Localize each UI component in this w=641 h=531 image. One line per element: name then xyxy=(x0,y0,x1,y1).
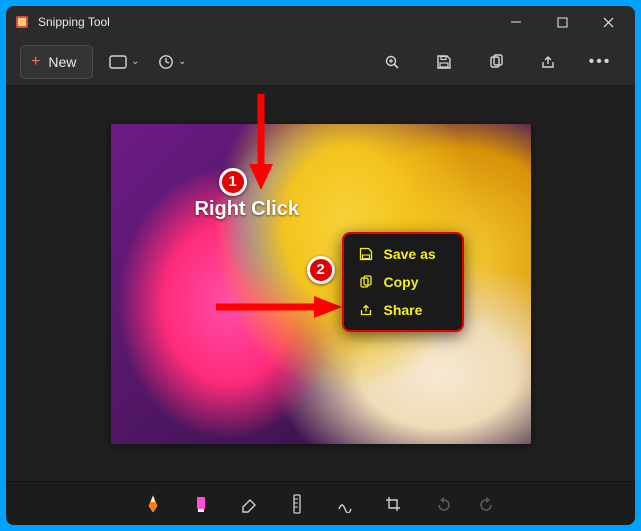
arrow-down-icon xyxy=(241,94,281,194)
context-menu-item-label: Copy xyxy=(384,274,419,290)
canvas-area: 1 Right Click 2 Save as xyxy=(6,86,635,481)
save-icon xyxy=(358,247,374,261)
toolbar: + New ⌄ ⌄ ••• xyxy=(6,38,635,86)
context-menu: Save as Copy Share xyxy=(342,232,464,332)
save-button[interactable] xyxy=(427,45,461,79)
chevron-down-icon: ⌄ xyxy=(178,56,186,67)
snip-mode-dropdown[interactable]: ⌄ xyxy=(107,45,141,79)
bottom-toolbar xyxy=(6,481,635,525)
undo-button[interactable] xyxy=(431,494,451,514)
annotation-badge-2: 2 xyxy=(307,256,335,284)
zoom-button[interactable] xyxy=(375,45,409,79)
delay-dropdown[interactable]: ⌄ xyxy=(155,45,189,79)
maximize-button[interactable] xyxy=(539,6,585,38)
titlebar: Snipping Tool xyxy=(6,6,635,38)
app-title: Snipping Tool xyxy=(38,15,110,29)
app-window: Snipping Tool + New ⌄ ⌄ xyxy=(6,6,635,525)
more-button[interactable]: ••• xyxy=(583,45,617,79)
copy-button[interactable] xyxy=(479,45,513,79)
arrow-right-icon xyxy=(216,292,346,322)
eraser-tool[interactable] xyxy=(239,494,259,514)
minimize-button[interactable] xyxy=(493,6,539,38)
context-menu-item-label: Share xyxy=(384,302,423,318)
new-button-label: New xyxy=(48,54,76,70)
close-button[interactable] xyxy=(585,6,631,38)
highlighter-tool[interactable] xyxy=(191,494,211,514)
pen-tool[interactable] xyxy=(143,494,163,514)
ruler-tool[interactable] xyxy=(287,494,307,514)
copy-icon xyxy=(358,275,374,289)
share-button[interactable] xyxy=(531,45,565,79)
share-icon xyxy=(358,303,374,317)
touch-writing-tool[interactable] xyxy=(335,494,355,514)
annotation-badge-1: 1 xyxy=(219,168,247,196)
context-menu-save-as[interactable]: Save as xyxy=(348,240,458,268)
redo-button[interactable] xyxy=(479,494,499,514)
app-icon xyxy=(14,14,30,30)
annotation-label-right-click: Right Click xyxy=(195,198,299,221)
context-menu-share[interactable]: Share xyxy=(348,296,458,324)
ellipsis-icon: ••• xyxy=(589,53,612,71)
crop-tool[interactable] xyxy=(383,494,403,514)
context-menu-item-label: Save as xyxy=(384,246,436,262)
chevron-down-icon: ⌄ xyxy=(131,56,139,67)
plus-icon: + xyxy=(31,54,40,70)
toolbar-right-group: ••• xyxy=(375,45,621,79)
new-snip-button[interactable]: + New xyxy=(20,45,93,79)
context-menu-copy[interactable]: Copy xyxy=(348,268,458,296)
captured-image[interactable]: 1 Right Click 2 Save as xyxy=(111,124,531,444)
badge-1-number: 1 xyxy=(228,173,236,190)
badge-2-number: 2 xyxy=(316,261,324,278)
